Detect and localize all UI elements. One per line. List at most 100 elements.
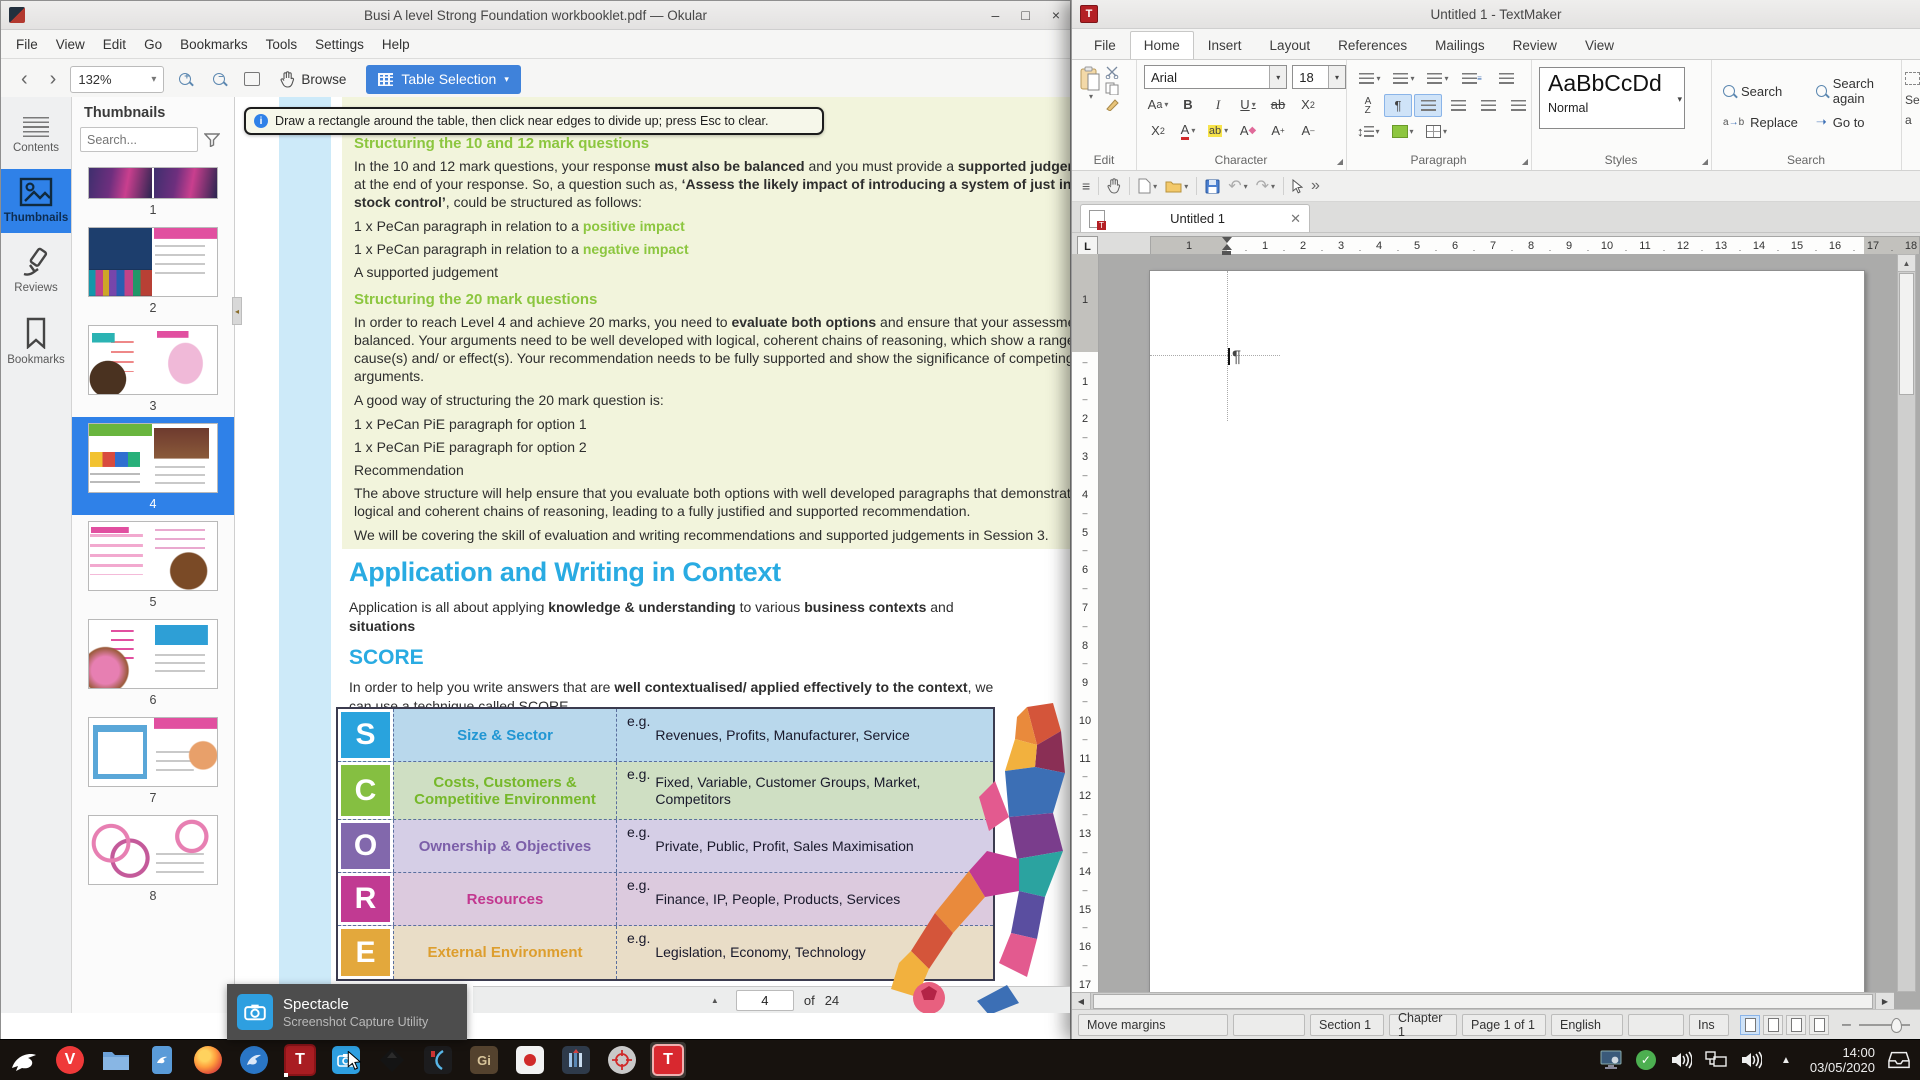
scrollbar-thumb[interactable] xyxy=(1899,273,1914,395)
shading-button[interactable]: ▾ xyxy=(1389,120,1417,143)
menu-help[interactable]: Help xyxy=(373,34,419,55)
dialog-launcher-icon[interactable]: ◢ xyxy=(1702,157,1708,166)
sidebar-item-thumbnails[interactable]: Thumbnails xyxy=(1,169,71,233)
zoom-slider-knob[interactable] xyxy=(1891,1018,1902,1033)
fit-width-icon[interactable] xyxy=(238,66,266,92)
sidebar-item-contents[interactable]: Contents xyxy=(1,109,71,163)
search-again-button[interactable]: Search again xyxy=(1816,76,1901,106)
font-name-combo[interactable]: Arial ▾ xyxy=(1144,65,1287,89)
superscript-button[interactable]: X2 xyxy=(1144,119,1172,142)
thumbnail-item-6[interactable]: 6 xyxy=(72,613,234,711)
status-chapter-1[interactable]: Chapter 1 xyxy=(1389,1014,1457,1036)
clear-formatting-button[interactable]: A◆ xyxy=(1234,119,1262,142)
kdenlive-icon[interactable] xyxy=(558,1042,594,1078)
pointer-cursor-icon[interactable] xyxy=(1292,179,1303,194)
indent-markers[interactable] xyxy=(1222,237,1232,257)
decrease-indent-button[interactable] xyxy=(1492,67,1520,90)
align-right-button[interactable] xyxy=(1474,94,1502,117)
view-mode-1[interactable] xyxy=(1740,1015,1760,1035)
vivaldi-icon[interactable]: V xyxy=(52,1042,88,1078)
gimp-icon[interactable]: Gi xyxy=(466,1042,502,1078)
firefox-icon[interactable] xyxy=(190,1042,226,1078)
select-icon[interactable] xyxy=(1905,72,1920,85)
forward-arrow-icon[interactable]: › xyxy=(42,68,65,91)
subscript-button[interactable]: X2 xyxy=(1294,93,1322,116)
thumbnail-image-2[interactable] xyxy=(88,227,218,297)
line-spacing-button[interactable]: ↕▾ xyxy=(1354,120,1383,143)
thumbnail-image-4[interactable] xyxy=(88,423,218,493)
close-tab-icon[interactable]: ✕ xyxy=(1290,211,1301,227)
view-mode-2[interactable] xyxy=(1763,1015,1783,1035)
textmaker-titlebar[interactable]: T Untitled 1 - TextMaker xyxy=(1072,0,1920,29)
font-color-button[interactable]: A▾ xyxy=(1174,119,1202,142)
app-menu-bird-icon[interactable] xyxy=(6,1042,42,1078)
tab-references[interactable]: References xyxy=(1324,31,1421,59)
page-up-icon[interactable]: ▲ xyxy=(704,992,726,1008)
horizontal-scrollbar[interactable]: ◀ ▶ xyxy=(1072,992,1894,1010)
justify-button[interactable] xyxy=(1504,94,1532,117)
thumbnails-search-input[interactable] xyxy=(80,127,198,152)
zoom-out-icon[interactable]: – xyxy=(204,66,232,92)
strikethrough-button[interactable]: ab xyxy=(1264,93,1292,116)
thumbnail-image-7[interactable] xyxy=(88,717,218,787)
pdf-viewport[interactable]: all 8 marks.Structuring the 10 and 12 ma… xyxy=(235,97,1070,1013)
status-english[interactable]: English xyxy=(1551,1014,1623,1036)
thumbnail-image-1[interactable] xyxy=(88,167,218,199)
redo-button[interactable]: ↷▾ xyxy=(1256,176,1275,196)
panel-resize-handle[interactable]: ◂ xyxy=(232,297,242,325)
minimize-icon[interactable]: – xyxy=(992,7,1000,23)
status-page-1-of-1[interactable]: Page 1 of 1 xyxy=(1462,1014,1546,1036)
media-editor-icon[interactable] xyxy=(420,1042,456,1078)
thumbnail-item-1[interactable]: 1 xyxy=(72,161,234,221)
scroll-up-icon[interactable]: ▲ xyxy=(1898,255,1915,272)
filter-icon[interactable] xyxy=(204,133,220,147)
thumbnail-item-8[interactable]: 8 xyxy=(72,809,234,907)
thumbnail-image-6[interactable] xyxy=(88,619,218,689)
screen-tool-icon[interactable] xyxy=(604,1042,640,1078)
zoom-slider[interactable]: – xyxy=(1842,1016,1920,1034)
bold-button[interactable]: B xyxy=(1174,93,1202,116)
increase-indent-button[interactable]: ≡ xyxy=(1458,67,1486,90)
scrollbar-thumb[interactable] xyxy=(1093,994,1873,1009)
format-painter-icon[interactable] xyxy=(1105,98,1120,111)
status-section-1[interactable]: Section 1 xyxy=(1310,1014,1384,1036)
tab-home[interactable]: Home xyxy=(1130,31,1194,59)
new-document-button[interactable]: ▾ xyxy=(1138,178,1157,194)
undo-button[interactable]: ↶▾ xyxy=(1228,176,1247,196)
view-mode-4[interactable] xyxy=(1809,1015,1829,1035)
goto-button[interactable]: ➝Go to xyxy=(1816,114,1901,130)
clock[interactable]: 14:00 03/05/2020 xyxy=(1810,1045,1875,1075)
media-player-icon[interactable] xyxy=(512,1042,548,1078)
font-size-combo[interactable]: 18 ▾ xyxy=(1292,65,1346,89)
status-move-margins[interactable]: Move margins xyxy=(1078,1014,1228,1036)
borders-button[interactable]: ▾ xyxy=(1423,120,1451,143)
change-case-button[interactable]: Aa▾ xyxy=(1144,93,1172,116)
volume-icon[interactable] xyxy=(1670,1049,1692,1071)
sidebar-item-bookmarks[interactable]: Bookmarks xyxy=(1,309,71,375)
open-document-button[interactable]: ▾ xyxy=(1165,179,1188,193)
menu-edit[interactable]: Edit xyxy=(94,34,135,55)
phone-app-icon[interactable] xyxy=(144,1042,180,1078)
tray-expander-icon[interactable]: ▲ xyxy=(1775,1049,1797,1071)
save-icon[interactable] xyxy=(1205,179,1220,194)
status-empty-6[interactable] xyxy=(1628,1014,1684,1036)
sort-button[interactable]: AZ xyxy=(1354,94,1382,117)
scroll-right-icon[interactable]: ▶ xyxy=(1875,993,1894,1010)
status-empty-1[interactable] xyxy=(1233,1014,1305,1036)
tab-view[interactable]: View xyxy=(1571,31,1628,59)
thumbnail-item-4[interactable]: 4 xyxy=(72,417,234,515)
numbered-list-button[interactable]: ▾ xyxy=(1390,67,1418,90)
dialog-launcher-icon[interactable]: ◢ xyxy=(1522,157,1528,166)
file-manager-icon[interactable] xyxy=(98,1042,134,1078)
okular-titlebar[interactable]: Busi A level Strong Foundation workbookl… xyxy=(1,1,1070,30)
replace-button[interactable]: a→bReplace xyxy=(1723,115,1798,130)
inkscape-icon[interactable] xyxy=(374,1042,410,1078)
pan-hand-icon[interactable] xyxy=(1107,178,1121,194)
outline-list-button[interactable]: ▾ xyxy=(1424,67,1452,90)
thumbnail-item-3[interactable]: 3 xyxy=(72,319,234,417)
styles-gallery[interactable]: AaBbCcDd Normal ▾ xyxy=(1539,67,1685,129)
toolbar-overflow-icon[interactable]: » xyxy=(1311,177,1320,195)
zoom-minus[interactable]: – xyxy=(1842,1016,1851,1034)
thumbnail-image-3[interactable] xyxy=(88,325,218,395)
search-button[interactable]: Search xyxy=(1723,84,1798,99)
